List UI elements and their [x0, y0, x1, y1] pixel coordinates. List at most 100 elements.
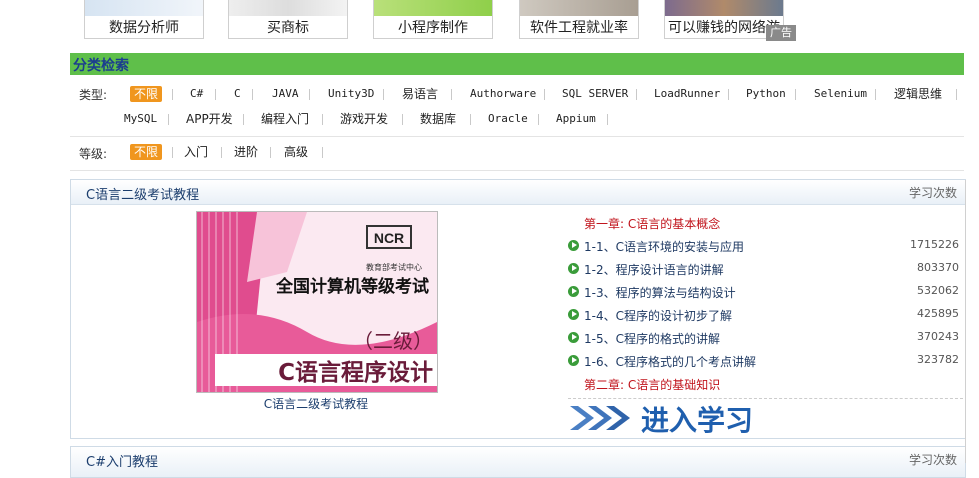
lesson-title[interactable]: 1-6、C程序格式的几个考点讲解	[584, 353, 756, 370]
separator	[607, 114, 608, 125]
separator	[322, 114, 323, 125]
lesson-row[interactable]: 1-5、C程序的格式的讲解 370243	[568, 330, 963, 348]
chapter-1-title: 第一章: C语言的基本概念	[584, 217, 721, 231]
course-thumbnail	[665, 0, 783, 16]
course-cover-image[interactable]: NCR 教育部考试中心 全国计算机等级考试 （二级） C语言程序设计	[196, 211, 438, 393]
lesson-row[interactable]: 1-6、C程序格式的几个考点讲解 323782	[568, 353, 963, 371]
chapter-2-title: 第二章: C语言的基础知识	[584, 378, 721, 392]
top-course-label: 数据分析师	[109, 20, 179, 36]
category-header: 分类检索	[70, 53, 964, 75]
category-title: 分类检索	[73, 58, 129, 74]
separator	[322, 147, 323, 158]
lesson-study-count: 1715226	[910, 238, 959, 251]
lesson-row[interactable]: 1-1、C语言环境的安装与应用 1715226	[568, 238, 963, 256]
enter-study-label[interactable]: 进入学习	[641, 399, 753, 439]
type-option-programming[interactable]: 编程入门	[261, 111, 309, 127]
divider	[70, 170, 964, 171]
top-course-card[interactable]: 小程序制作	[373, 0, 493, 39]
top-course-card[interactable]: 软件工程就业率	[519, 0, 639, 39]
separator	[383, 89, 384, 100]
triple-chevron-icon	[570, 406, 630, 430]
top-course-label: 软件工程就业率	[530, 20, 628, 36]
play-icon	[568, 286, 579, 297]
course-thumbnail	[520, 0, 638, 16]
level-option-beginner[interactable]: 入门	[184, 144, 208, 160]
lesson-study-count: 803370	[917, 261, 959, 274]
cover-headline: 全国计算机等级考试	[275, 276, 429, 297]
course-2-title[interactable]: C#入门教程	[86, 451, 158, 470]
separator	[795, 89, 796, 100]
type-option-app[interactable]: APP开发	[186, 111, 233, 127]
type-option-java[interactable]: JAVA	[272, 86, 299, 102]
cover-subject: C语言程序设计	[278, 359, 433, 386]
course-title[interactable]: C语言二级考试教程	[86, 184, 199, 203]
course-panel: C语言二级考试教程 学习次数 NCR 教育部考试中心 全国计算机等级考试 （二级…	[70, 179, 966, 439]
type-filter-label: 类型:	[79, 88, 108, 102]
lesson-title[interactable]: 1-5、C程序的格式的讲解	[584, 330, 720, 347]
type-option-appium[interactable]: Appium	[556, 111, 596, 127]
study-count-header: 学习次数	[908, 186, 957, 200]
type-option-python[interactable]: Python	[746, 86, 786, 102]
play-icon	[568, 309, 579, 320]
lesson-title[interactable]: 1-1、C语言环境的安装与应用	[584, 238, 744, 255]
course-panel-header: C语言二级考试教程 学习次数	[71, 180, 965, 205]
separator	[636, 89, 637, 100]
separator	[215, 89, 216, 100]
type-option-logic[interactable]: 逻辑思维	[894, 86, 942, 102]
type-option-loadrunner[interactable]: LoadRunner	[654, 86, 720, 102]
separator	[956, 89, 957, 100]
separator	[172, 89, 173, 100]
lesson-row[interactable]: 1-4、C程序的设计初步了解 425895	[568, 307, 963, 325]
cover-artwork: NCR 教育部考试中心 全国计算机等级考试 （二级） C语言程序设计	[197, 212, 437, 392]
cover-grade: （二级）	[353, 329, 433, 353]
type-option-selenium[interactable]: Selenium	[814, 86, 867, 102]
type-option-game[interactable]: 游戏开发	[340, 111, 388, 127]
top-course-card[interactable]: 数据分析师	[84, 0, 204, 39]
divider	[70, 136, 964, 137]
cover-caption[interactable]: C语言二级考试教程	[196, 395, 436, 412]
top-course-label: 小程序制作	[398, 20, 468, 36]
type-option-database[interactable]: 数据库	[420, 111, 456, 127]
type-option-mysql[interactable]: MySQL	[124, 111, 157, 127]
lesson-title[interactable]: 1-3、程序的算法与结构设计	[584, 284, 736, 301]
separator	[168, 114, 169, 125]
separator	[728, 89, 729, 100]
play-icon	[568, 240, 579, 251]
separator	[402, 114, 403, 125]
type-option-oracle[interactable]: Oracle	[488, 111, 528, 127]
lesson-study-count: 425895	[917, 307, 959, 320]
separator	[451, 89, 452, 100]
lesson-title[interactable]: 1-4、C程序的设计初步了解	[584, 307, 732, 324]
separator	[172, 147, 173, 158]
level-option-intermediate[interactable]: 进阶	[234, 144, 258, 160]
course-panel-2: C#入门教程 学习次数	[70, 446, 966, 478]
type-option-authorware[interactable]: Authorware	[470, 86, 536, 102]
type-option-all[interactable]: 不限	[130, 86, 163, 102]
level-filter-label: 等级:	[79, 147, 108, 161]
separator	[270, 147, 271, 158]
enter-study-button[interactable]: 进入学习	[568, 398, 963, 437]
cover-logo: NCR	[374, 230, 404, 246]
lesson-row[interactable]: 1-2、程序设计语言的讲解 803370	[568, 261, 963, 279]
separator	[221, 147, 222, 158]
lesson-title[interactable]: 1-2、程序设计语言的讲解	[584, 261, 724, 278]
lesson-row[interactable]: 1-3、程序的算法与结构设计 532062	[568, 284, 963, 302]
type-option-sqlserver[interactable]: SQL SERVER	[562, 86, 628, 102]
course-thumbnail	[374, 0, 492, 16]
type-option-csharp[interactable]: C#	[190, 86, 203, 102]
top-course-card[interactable]: 买商标	[228, 0, 348, 39]
play-icon	[568, 332, 579, 343]
separator	[544, 89, 545, 100]
type-option-c[interactable]: C	[234, 86, 241, 102]
level-option-advanced[interactable]: 高级	[284, 144, 308, 160]
course-thumbnail	[229, 0, 347, 16]
cover-publisher: 教育部考试中心	[366, 262, 422, 272]
level-option-all[interactable]: 不限	[130, 144, 163, 160]
type-option-eyuyan[interactable]: 易语言	[402, 86, 438, 102]
separator	[252, 89, 253, 100]
type-option-unity3d[interactable]: Unity3D	[328, 86, 374, 102]
course-thumbnail	[85, 0, 203, 16]
study-count-header-2: 学习次数	[908, 453, 957, 467]
separator	[875, 89, 876, 100]
separator	[309, 89, 310, 100]
